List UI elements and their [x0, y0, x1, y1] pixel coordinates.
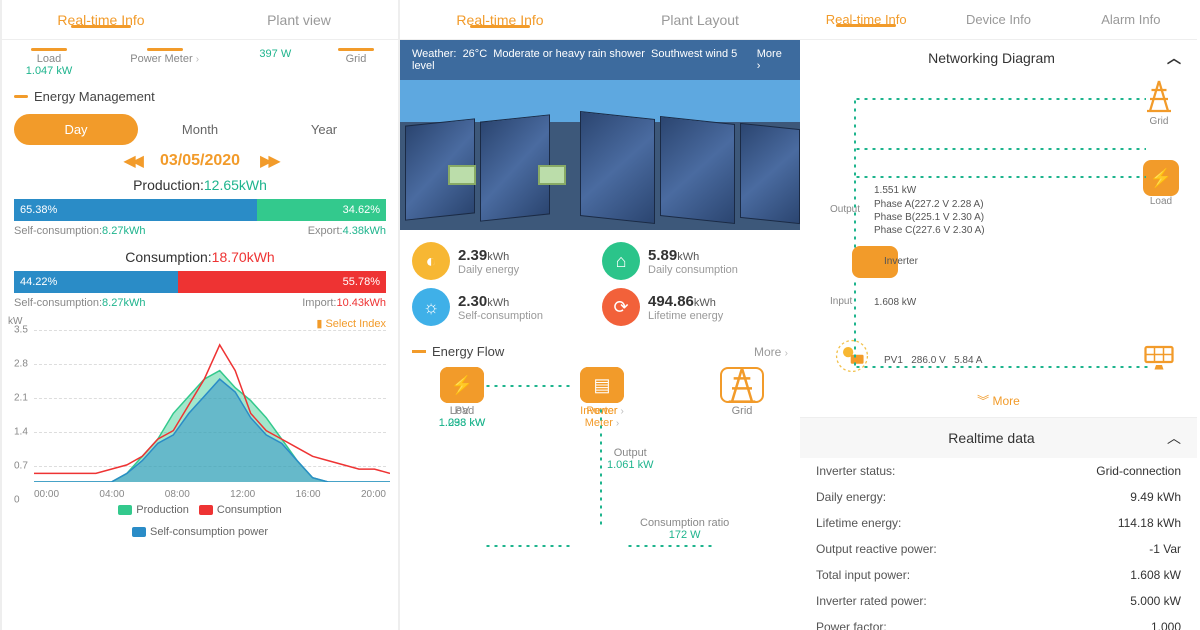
metric-tiles: ◐ 2.39kWhDaily energy ⌂ 5.89kWhDaily con…	[400, 230, 800, 334]
section-energy-mgmt: Energy Management	[2, 81, 398, 108]
consumption-bar: 44.22% 55.78%	[14, 271, 386, 293]
tab-deviceinfo[interactable]: Device Info	[932, 2, 1064, 37]
tab-realtime3[interactable]: Real-time Info	[800, 2, 932, 37]
mid-value: 397 W	[245, 48, 305, 60]
grid-tower-icon	[720, 367, 764, 403]
production-metric: Production:12.65kWh	[2, 177, 398, 193]
period-day[interactable]: Day	[14, 114, 138, 145]
weather-bar: Weather: 26°C Moderate or heavy rain sho…	[400, 40, 800, 80]
top-meters: Load 1.047 kW Power Meter › 397 W Grid	[2, 40, 398, 81]
double-chevron-down-icon: ︾	[977, 394, 989, 408]
tile-lifetime-energy: ⟳ 494.86kWhLifetime energy	[602, 288, 788, 326]
flow-more-link[interactable]: More ›	[754, 345, 788, 359]
realtime-data-header[interactable]: Realtime data ︿	[800, 417, 1197, 458]
tab-realtime[interactable]: Real-time Info	[2, 2, 200, 38]
node-meter[interactable]: ▤ Power Meter ›	[572, 367, 632, 429]
chevron-right-icon: ›	[196, 54, 199, 65]
chevron-right-icon: ›	[757, 60, 761, 72]
chevron-up-icon: ︿	[1167, 48, 1181, 68]
bookmark-icon: ▮	[316, 317, 322, 330]
tab-plantview[interactable]: Plant view	[200, 2, 398, 38]
realtime-row: Total input power:1.608 kW	[800, 562, 1197, 588]
select-index-link[interactable]: ▮ Select Index	[2, 317, 398, 330]
chevron-right-icon: ›	[785, 348, 788, 359]
d-node-pv	[1139, 336, 1179, 376]
diagram-more-link[interactable]: ︾ More	[800, 386, 1197, 417]
date-display[interactable]: 03/05/2020	[160, 152, 240, 170]
period-month[interactable]: Month	[138, 114, 262, 145]
d-node-inverter: Inverter	[832, 246, 918, 267]
load-label: Load	[14, 53, 84, 65]
node-grid: Grid	[712, 367, 772, 417]
tabs-p1: Real-time Info Plant view	[2, 0, 398, 40]
realtime-row: Lifetime energy:114.18 kWh	[800, 510, 1197, 536]
energy-flow-diagram: ▦ PV 1.098 kW ▭ Inverter › ⚡ Load 1.233 …	[412, 367, 788, 607]
bolt-icon: ⚡	[440, 367, 484, 403]
d-node-grid: Grid	[1139, 76, 1179, 127]
meter-icon: ▤	[580, 367, 624, 403]
realtime-row: Output reactive power:-1 Var	[800, 536, 1197, 562]
production-bar: 65.38% 34.62%	[14, 199, 386, 221]
output-power: 1.551 kW	[874, 184, 916, 198]
sync-icon: ⟳	[602, 288, 640, 326]
date-next-icon[interactable]: ▶▶	[260, 151, 277, 171]
tabs-p2: Real-time Info Plant Layout	[400, 0, 800, 40]
tile-daily-consumption: ⌂ 5.89kWhDaily consumption	[602, 242, 788, 280]
home-icon: ⌂	[602, 242, 640, 280]
d-node-load: ⚡ Load	[1143, 160, 1179, 207]
node-load: ⚡ Load 1.233 kW	[432, 367, 492, 429]
chevron-up-icon: ︿	[1167, 428, 1181, 448]
bolt-icon: ⚡	[1143, 160, 1179, 196]
realtime-row: Daily energy:9.49 kWh	[800, 484, 1197, 510]
tab-alarminfo[interactable]: Alarm Info	[1065, 2, 1197, 37]
tile-self-consumption: ☼ 2.30kWhSelf-consumption	[412, 288, 598, 326]
diagram-header[interactable]: Networking Diagram ︿	[800, 40, 1197, 76]
phase-a: Phase A(227.2 V 2.28 A)	[874, 198, 984, 212]
consumption-metric: Consumption:18.70kWh	[2, 249, 398, 265]
gauge-icon: ◐	[412, 242, 450, 280]
tab-plantlayout[interactable]: Plant Layout	[600, 2, 800, 38]
grid-tower-icon	[1139, 76, 1179, 116]
networking-diagram: Grid ⚡ Load Inverter Output 1.551 kW Pha…	[812, 76, 1185, 386]
date-prev-icon[interactable]: ◀◀	[123, 151, 140, 171]
phase-c: Phase C(227.6 V 2.30 A)	[874, 224, 985, 238]
realtime-row: Inverter status:Grid-connection	[800, 458, 1197, 484]
meter-label: Power Meter	[130, 53, 192, 65]
period-year[interactable]: Year	[262, 114, 386, 145]
chart-legend: Production Consumption Self-consumption …	[2, 500, 398, 538]
phase-b: Phase B(225.1 V 2.30 A)	[874, 211, 984, 225]
weather-more-link[interactable]: More ›	[757, 48, 788, 72]
tabs-p3: Real-time Info Device Info Alarm Info	[800, 0, 1197, 40]
input-power: 1.608 kW	[874, 296, 916, 310]
d-node-sun	[832, 336, 872, 376]
tab-realtime2[interactable]: Real-time Info	[400, 2, 600, 38]
tile-daily-energy: ◐ 2.39kWhDaily energy	[412, 242, 598, 280]
load-value: 1.047 kW	[14, 65, 84, 77]
flow-title: Energy Flow	[432, 344, 504, 359]
bulb-icon: ☼	[412, 288, 450, 326]
grid-label: Grid	[326, 53, 386, 65]
realtime-row: Inverter rated power:5.000 kW	[800, 588, 1197, 614]
sun-panel-icon	[832, 336, 872, 376]
solar-panel-icon	[1139, 336, 1179, 376]
realtime-row: Power factor:1.000	[800, 614, 1197, 630]
plant-photo	[400, 80, 800, 230]
power-chart: kW 3.5 2.8 2.1 1.4 0.7 0 00:00 04:00 08:…	[14, 330, 386, 500]
input-label: Input	[830, 296, 852, 307]
period-selector: Day Month Year	[14, 114, 386, 145]
